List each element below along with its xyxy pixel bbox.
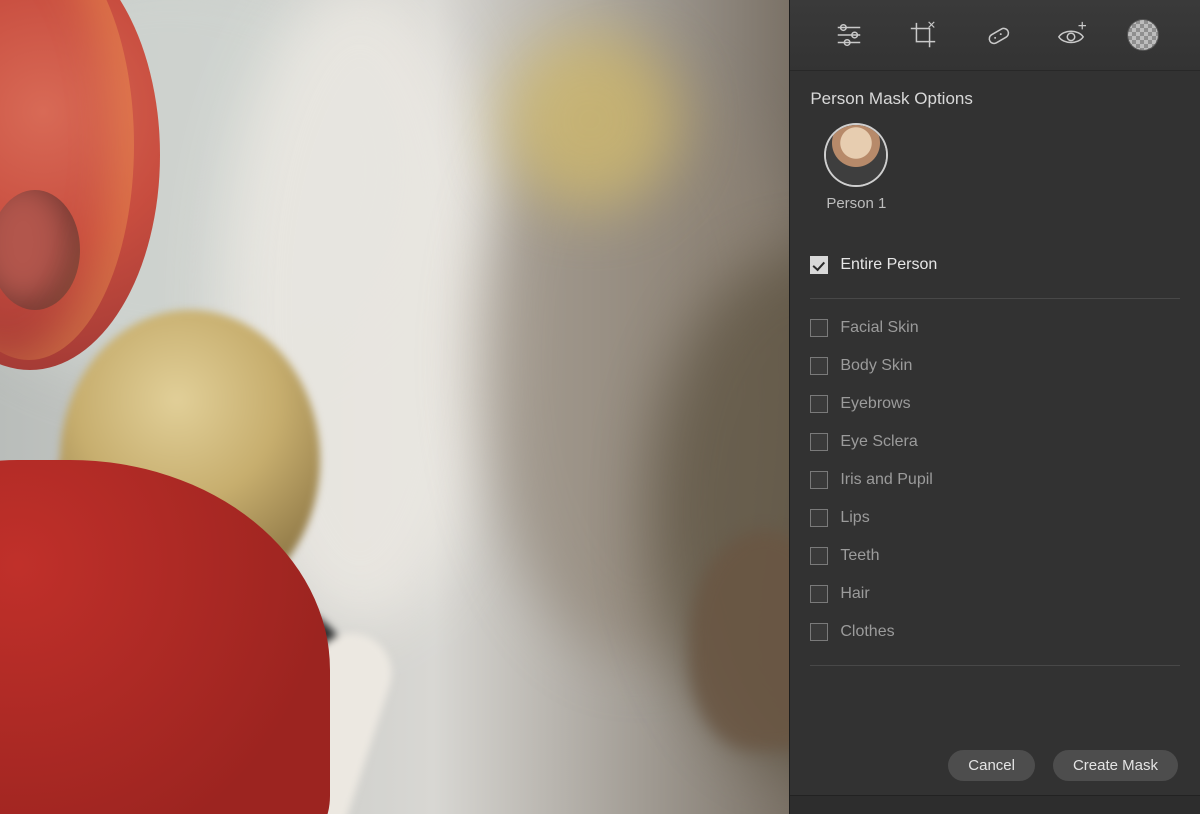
option-hair[interactable]: Hair xyxy=(810,575,1180,613)
checkbox-hair[interactable] xyxy=(810,585,828,603)
edit-sliders-icon[interactable] xyxy=(832,18,866,52)
option-iris-pupil[interactable]: Iris and Pupil xyxy=(810,461,1180,499)
option-label: Iris and Pupil xyxy=(840,471,933,489)
app-root: Person Mask Options Person 1 Entire Pers… xyxy=(0,0,1200,814)
person-label: Person 1 xyxy=(826,195,886,212)
mask-options-list: Entire Person Facial Skin Body Skin Eyebro… xyxy=(810,246,1180,666)
checkbox-entire-person[interactable] xyxy=(810,256,828,274)
masked-person-overlay xyxy=(0,0,290,814)
person-avatar xyxy=(826,125,886,185)
checkbox-body-skin[interactable] xyxy=(810,357,828,375)
photo-canvas[interactable] xyxy=(0,0,789,814)
option-label: Lips xyxy=(840,509,869,527)
option-clothes[interactable]: Clothes xyxy=(810,613,1180,651)
option-facial-skin[interactable]: Facial Skin xyxy=(810,309,1180,347)
create-mask-button[interactable]: Create Mask xyxy=(1053,750,1178,781)
option-teeth[interactable]: Teeth xyxy=(810,537,1180,575)
option-body-skin[interactable]: Body Skin xyxy=(810,347,1180,385)
option-label: Teeth xyxy=(840,547,879,565)
panel-title: Person Mask Options xyxy=(810,89,1180,109)
checkbox-facial-skin[interactable] xyxy=(810,319,828,337)
masking-icon[interactable] xyxy=(1128,20,1158,50)
healing-icon[interactable] xyxy=(980,18,1014,52)
checkbox-lips[interactable] xyxy=(810,509,828,527)
options-separator xyxy=(810,298,1180,299)
person-chip[interactable]: Person 1 xyxy=(816,125,896,212)
option-eyebrows[interactable]: Eyebrows xyxy=(810,385,1180,423)
right-panel: Person Mask Options Person 1 Entire Pers… xyxy=(789,0,1200,814)
checkbox-teeth[interactable] xyxy=(810,547,828,565)
checkbox-eye-sclera[interactable] xyxy=(810,433,828,451)
option-label: Clothes xyxy=(840,623,894,641)
option-label: Eyebrows xyxy=(840,395,910,413)
option-label: Facial Skin xyxy=(840,319,918,337)
develop-toolbar xyxy=(790,0,1200,71)
option-label: Entire Person xyxy=(840,256,937,274)
cancel-button[interactable]: Cancel xyxy=(948,750,1035,781)
option-lips[interactable]: Lips xyxy=(810,499,1180,537)
checkbox-clothes[interactable] xyxy=(810,623,828,641)
panel-button-bar: Cancel Create Mask xyxy=(790,750,1200,781)
option-label: Hair xyxy=(840,585,869,603)
mask-options-panel: Person Mask Options Person 1 Entire Pers… xyxy=(790,71,1200,795)
option-entire-person[interactable]: Entire Person xyxy=(810,246,1180,284)
option-label: Eye Sclera xyxy=(840,433,917,451)
redeye-icon[interactable] xyxy=(1054,18,1088,52)
checkbox-eyebrows[interactable] xyxy=(810,395,828,413)
panel-footer-strip xyxy=(790,795,1200,814)
option-label: Body Skin xyxy=(840,357,912,375)
crop-icon[interactable] xyxy=(906,18,940,52)
checkbox-iris-pupil[interactable] xyxy=(810,471,828,489)
option-eye-sclera[interactable]: Eye Sclera xyxy=(810,423,1180,461)
options-separator-bottom xyxy=(810,665,1180,666)
